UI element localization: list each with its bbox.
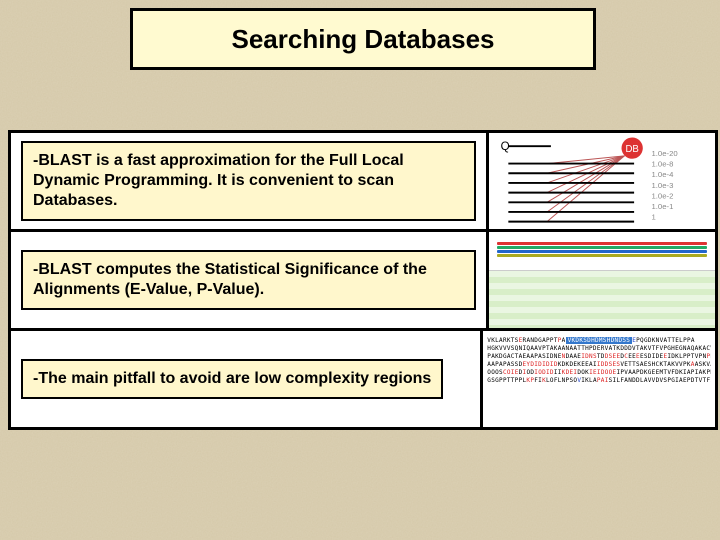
evalue: 1.0e-2	[651, 191, 673, 200]
seq-line: PAKDGACTAEAAPASIDNENDAAEIDNSTDDSEEDCEEEE…	[487, 353, 711, 361]
bullet-box: -The main pitfall to avoid are low compl…	[21, 359, 443, 399]
seq-line: OOOSCOIEDIODIODIDIIKDEIDOKIEIDOOEIPVAAPD…	[487, 369, 711, 377]
evalue: 1	[651, 213, 655, 222]
evalue: 1.0e-1	[651, 202, 673, 211]
bullet-text: -The main pitfall to avoid are low compl…	[33, 370, 431, 387]
slide-title: Searching Databases	[130, 8, 596, 70]
cell-text: -BLAST is a fast approximation for the F…	[11, 133, 486, 229]
evalue: 1.0e-4	[651, 170, 674, 179]
table-row: -The main pitfall to avoid are low compl…	[11, 328, 715, 427]
bullet-box: -BLAST is a fast approximation for the F…	[21, 141, 476, 221]
hit-table-icon	[489, 271, 715, 328]
content-table: -BLAST is a fast approximation for the F…	[8, 130, 718, 430]
slide-title-text: Searching Databases	[231, 24, 494, 55]
seq-line: AAPAPASSDEYDIDIDIDKDKDEKEEAIIDDSESVETTSA…	[487, 361, 711, 369]
illustration-blast-output	[486, 232, 715, 328]
illustration-blast-db: Q DB	[486, 133, 715, 229]
query-label: Q	[500, 140, 509, 153]
evalue: 1.0e-20	[651, 149, 677, 158]
table-row: -BLAST is a fast approximation for the F…	[11, 133, 715, 229]
table-row: -BLAST computes the Statistical Signific…	[11, 229, 715, 328]
bullet-box: -BLAST computes the Statistical Signific…	[21, 250, 476, 310]
illustration-low-complexity: VKLARKTSERANDGAPPTPAVKDKSDHDMSHDNDSSEPQG…	[480, 331, 715, 427]
alignment-bars-icon	[489, 232, 715, 271]
cell-text: -The main pitfall to avoid are low compl…	[11, 331, 480, 427]
seq-line: VKLARKTSERANDGAPPTPAVKDKSDHDMSHDNDSSEPQG…	[487, 337, 711, 345]
seq-line: GSGPPTTPPLKPFIKLOFLNPSOVIKLAPAISILFANDDL…	[487, 377, 711, 385]
seq-line: HGKVVVSQNIQAAVPTAKAANAATTHPDERVATKDDDVTA…	[487, 345, 711, 353]
db-label: DB	[625, 144, 638, 155]
evalue: 1.0e-3	[651, 181, 673, 190]
bullet-text: -BLAST is a fast approximation for the F…	[33, 152, 404, 209]
cell-text: -BLAST computes the Statistical Signific…	[11, 232, 486, 328]
bullet-text: -BLAST computes the Statistical Signific…	[33, 261, 427, 298]
evalue: 1.0e-8	[651, 159, 673, 168]
